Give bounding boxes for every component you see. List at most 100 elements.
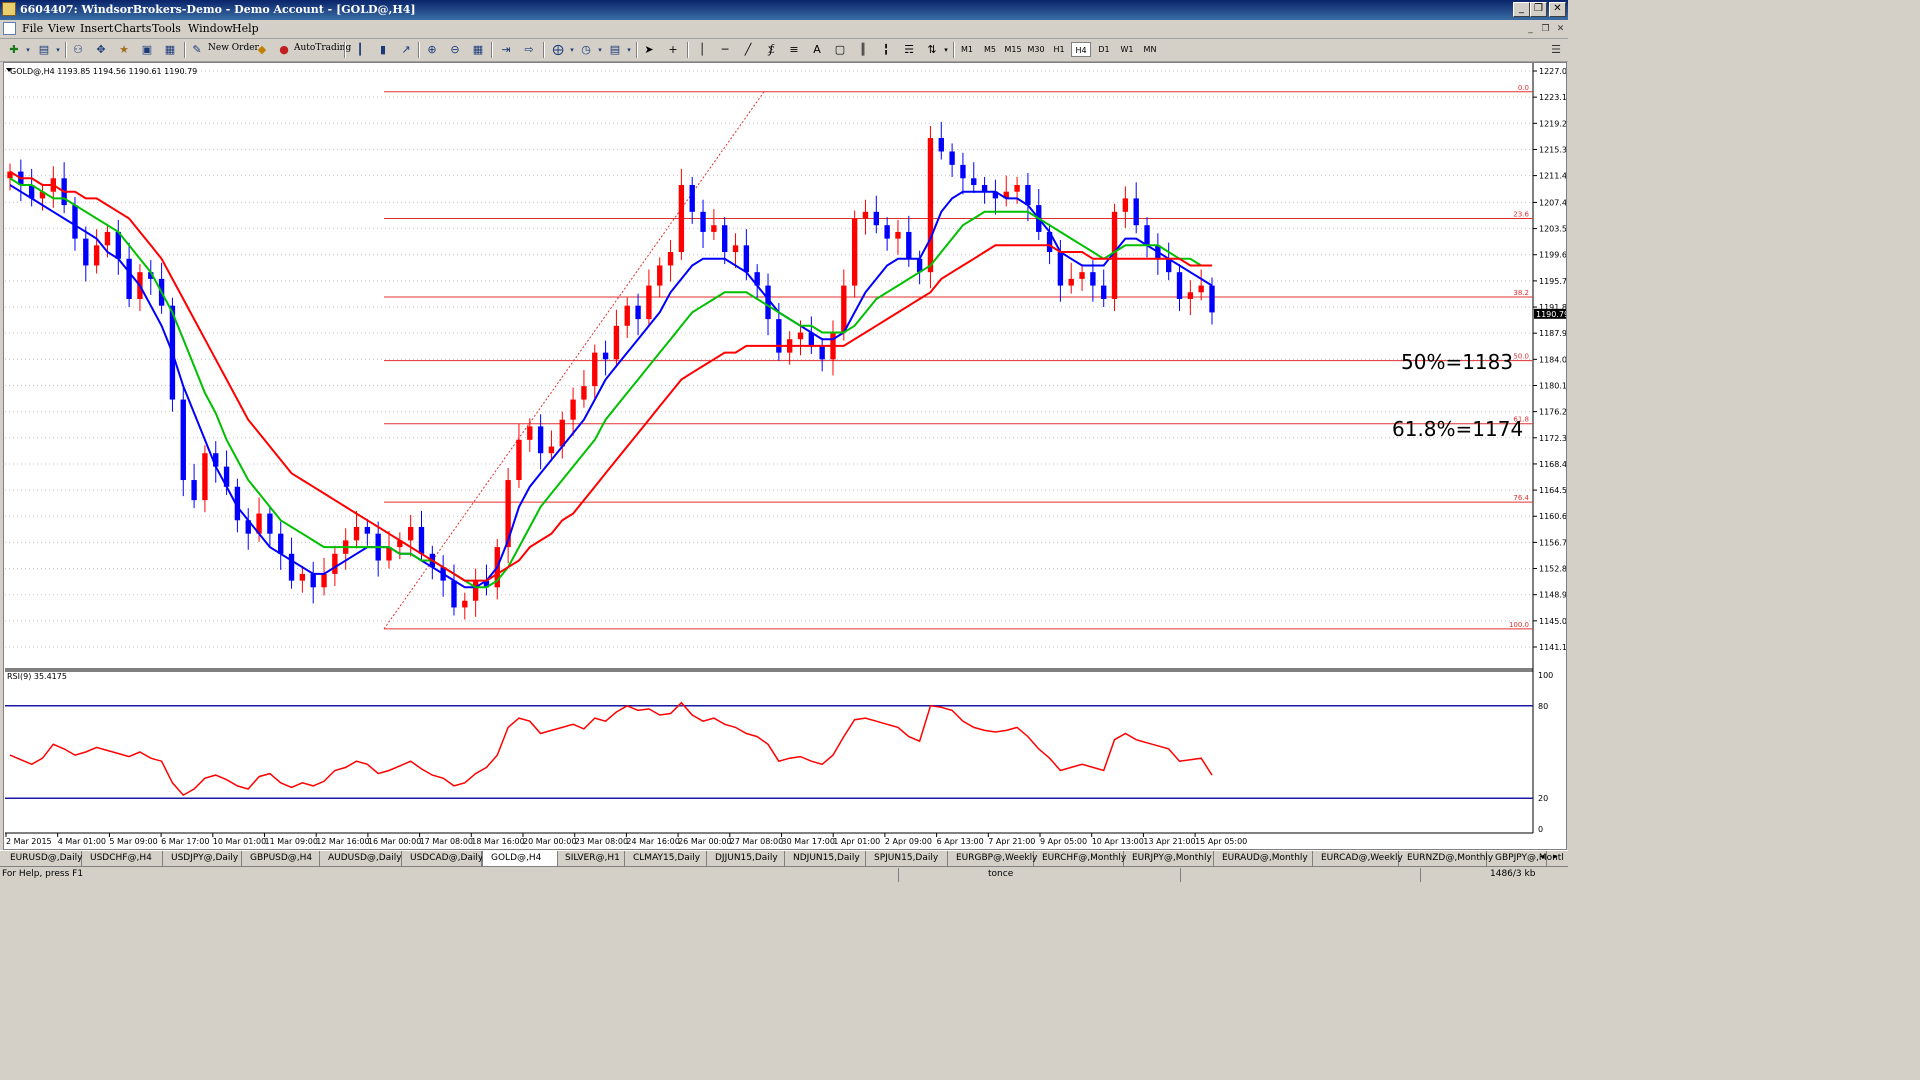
tile-windows-icon[interactable]: ▦ (470, 42, 486, 58)
new-order-icon[interactable]: ✎ (189, 42, 205, 58)
chart-tab[interactable]: SILVER@,H1 (557, 851, 625, 866)
menu-tools[interactable]: Tools (152, 22, 181, 35)
cycle-lines-icon[interactable]: ╏ (878, 42, 894, 58)
chart-tab[interactable]: EURAUD@,Monthly (1214, 851, 1313, 866)
new-order-button[interactable]: New Order (208, 43, 259, 53)
chart-tab[interactable]: EURJPY@,Monthly (1124, 851, 1214, 866)
equidistant-channel-icon[interactable]: ⨋ (763, 42, 779, 58)
status-bar: For Help, press F1 tonce 1486/3 kb (0, 866, 1568, 883)
chart-tab[interactable]: SPJUN15,Daily (866, 851, 948, 866)
timeframe-m5[interactable]: M5 (980, 42, 1000, 57)
timeframe-mn[interactable]: MN (1140, 42, 1160, 57)
trendline-icon[interactable]: ╱ (740, 42, 756, 58)
app-icon[interactable] (2, 2, 16, 16)
child-close-icon[interactable]: ✕ (1554, 23, 1567, 35)
crosshair-icon[interactable]: + (665, 42, 681, 58)
candle-body (667, 252, 674, 266)
tab-scroll-right-icon[interactable]: ▸ (1553, 852, 1558, 862)
line-chart-icon[interactable]: ↗ (398, 42, 414, 58)
timeframe-h1[interactable]: H1 (1049, 42, 1069, 57)
chart-tab[interactable]: EURNZD@,Monthly (1399, 851, 1493, 866)
candle-body (797, 332, 804, 340)
chart-tab[interactable]: EURGBP@,Weekly (948, 851, 1037, 866)
timeframe-d1[interactable]: D1 (1094, 42, 1114, 57)
chart-tab[interactable]: EURCHF@,Monthly (1034, 851, 1126, 866)
chart-tab[interactable]: EURUSD@,Daily (2, 851, 82, 866)
autotrading-button[interactable]: AutoTrading (294, 43, 351, 53)
zoom-in-icon[interactable]: ⊕ (424, 42, 440, 58)
rsi-line[interactable] (9, 701, 1213, 797)
market-watch-icon[interactable]: ⚇ (70, 42, 86, 58)
arrows-dropdown-icon[interactable]: ▾ (938, 42, 954, 58)
price-tick-label: 1172.30 (1539, 434, 1566, 443)
price-tick-label: 1152.80 (1539, 565, 1566, 574)
restore-button[interactable]: ❐ (1530, 2, 1547, 17)
child-minimize-icon[interactable]: _ (1524, 23, 1537, 35)
auto-scroll-icon[interactable]: ⇨ (521, 42, 537, 58)
data-window-icon[interactable]: ★ (116, 42, 132, 58)
chart-tab[interactable]: DJJUN15,Daily (707, 851, 785, 866)
chart-tab[interactable]: EURCAD@,Weekly (1313, 851, 1403, 866)
periods-dropdown-icon[interactable]: ▾ (592, 42, 608, 58)
timeframe-h4[interactable]: H4 (1071, 42, 1091, 57)
chart-tab[interactable]: AUDUSD@,Daily (320, 851, 402, 866)
candle-body (711, 225, 717, 232)
candle-body (678, 184, 685, 253)
text-icon[interactable]: A (809, 42, 825, 58)
bar-chart-icon[interactable]: ┃ (352, 42, 368, 58)
candle-body (776, 319, 782, 353)
autotrading-icon[interactable]: ● (276, 42, 292, 58)
fibonacci-icon[interactable]: ≡ (786, 42, 802, 58)
minimize-button[interactable]: _ (1513, 2, 1530, 17)
gann-icon[interactable]: ║ (855, 42, 871, 58)
tab-scroll-left-icon[interactable]: ◂ (1540, 852, 1545, 862)
chart-tab[interactable]: USDJPY@,Daily (163, 851, 242, 866)
chart-tab[interactable]: GBPJPY@,Montl (1487, 851, 1564, 866)
cursor-icon[interactable]: ➤ (641, 42, 657, 58)
child-restore-icon[interactable]: ❐ (1539, 23, 1552, 35)
strategy-tester-icon[interactable]: ▦ (162, 42, 178, 58)
menu-view[interactable]: View (48, 22, 75, 35)
candle-body (732, 245, 739, 253)
chart-tab[interactable]: USDCAD@,Daily (402, 851, 483, 866)
metaeditor-icon[interactable]: ◆ (254, 42, 270, 58)
chart-tab[interactable]: GOLD@,H4 (482, 851, 558, 866)
timeframe-w1[interactable]: W1 (1117, 42, 1137, 57)
chart-tab[interactable]: CLMAY15,Daily (625, 851, 707, 866)
gold-h4-chart[interactable]: 0.023.638.250.061.876.4100.0 1227.001223… (4, 63, 1566, 849)
close-button[interactable]: ✕ (1549, 2, 1566, 17)
menu-charts[interactable]: Charts (114, 22, 151, 35)
menu-file[interactable]: File (22, 22, 43, 35)
vertical-line-icon[interactable]: │ (694, 42, 710, 58)
document-icon[interactable] (3, 22, 16, 35)
fibo-fan-icon[interactable]: ☴ (901, 42, 917, 58)
menu-window[interactable]: Window (188, 22, 233, 35)
timeframe-m1[interactable]: M1 (957, 42, 977, 57)
terminal-icon[interactable]: ▣ (139, 42, 155, 58)
menu-help[interactable]: Help (232, 22, 259, 35)
chart-tab[interactable]: NDJUN15,Daily (785, 851, 866, 866)
moving-average-slow[interactable] (9, 170, 1212, 582)
chart-window[interactable]: 0.023.638.250.061.876.4100.0 1227.001223… (3, 62, 1567, 850)
horizontal-line-icon[interactable]: ─ (717, 42, 733, 58)
timeframe-m30[interactable]: M30 (1026, 42, 1046, 57)
price-tick-label: 1203.50 (1539, 225, 1566, 234)
text-label-icon[interactable]: ▢ (832, 42, 848, 58)
candle-body (851, 218, 858, 286)
chart-tab[interactable]: GBPUSD@,H4 (242, 851, 320, 866)
candle-body (1133, 198, 1139, 226)
templates-dropdown-icon[interactable]: ▾ (621, 42, 637, 58)
moving-average-mid[interactable] (9, 177, 1212, 589)
community-icon[interactable]: ☰ (1548, 42, 1564, 58)
profiles-dropdown-icon[interactable]: ▾ (50, 42, 66, 58)
candlestick-icon[interactable]: ▮ (375, 42, 391, 58)
zoom-out-icon[interactable]: ⊖ (447, 42, 463, 58)
new-chart-dropdown-icon[interactable]: ▾ (20, 42, 36, 58)
chart-shift-icon[interactable]: ⇥ (498, 42, 514, 58)
navigator-icon[interactable]: ✥ (93, 42, 109, 58)
menu-insert[interactable]: Insert (80, 22, 113, 35)
price-tick-label: 1207.40 (1539, 198, 1566, 207)
chart-tab[interactable]: USDCHF@,H4 (82, 851, 163, 866)
candle-body (516, 439, 522, 481)
timeframe-m15[interactable]: M15 (1003, 42, 1023, 57)
